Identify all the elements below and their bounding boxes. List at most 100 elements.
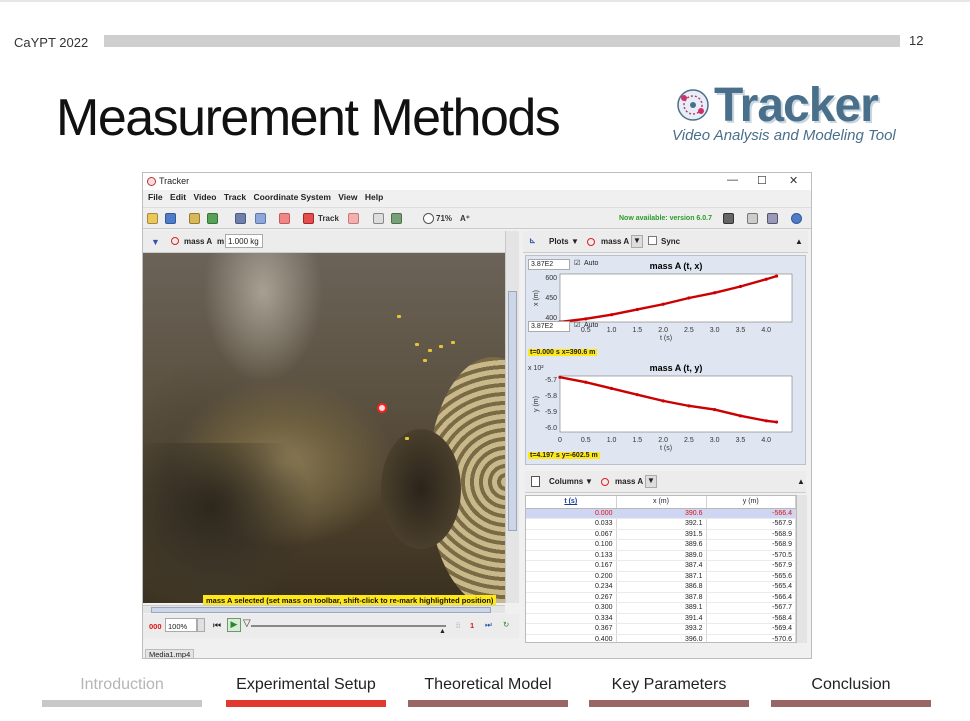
notes-icon[interactable] bbox=[747, 213, 758, 224]
auto-checkbox[interactable]: ☑ bbox=[574, 259, 580, 267]
cell-t[interactable]: 0.400 bbox=[526, 634, 617, 642]
plots-dropdown[interactable]: Plots bbox=[549, 237, 569, 246]
auto-checkbox[interactable]: ☑ bbox=[574, 321, 580, 329]
minimize-button[interactable]: — bbox=[727, 174, 738, 186]
cell-t[interactable]: 0.067 bbox=[526, 529, 617, 540]
scroll-thumb[interactable] bbox=[508, 291, 517, 531]
cell-t[interactable]: 0.334 bbox=[526, 613, 617, 624]
dropdown-triangle-icon[interactable]: ▼ bbox=[151, 237, 160, 247]
table-row[interactable]: 0.200 387.1 -565.6 bbox=[526, 571, 796, 582]
scroll-thumb[interactable] bbox=[151, 607, 491, 613]
zoom-field[interactable]: 100% bbox=[165, 618, 197, 632]
calibration-icon[interactable] bbox=[255, 213, 266, 224]
nav-item-introduction[interactable]: Introduction bbox=[42, 676, 202, 694]
scale-max-field[interactable]: 3.87E2 bbox=[528, 259, 570, 270]
slider-start-handle[interactable]: ▽ bbox=[243, 618, 251, 629]
cell-x[interactable]: 387.1 bbox=[616, 571, 707, 582]
cell-x[interactable]: 391.5 bbox=[616, 529, 707, 540]
cell-x[interactable]: 391.4 bbox=[616, 613, 707, 624]
cell-y[interactable]: -570.5 bbox=[706, 550, 796, 561]
table-row[interactable]: 0.334 391.4 -568.4 bbox=[526, 613, 796, 624]
table-track-name[interactable]: mass A bbox=[615, 477, 643, 486]
cell-x[interactable]: 389.6 bbox=[616, 539, 707, 551]
panel-collapse-icon[interactable]: ▲ bbox=[795, 237, 803, 246]
export-icon[interactable] bbox=[207, 213, 218, 224]
cell-y[interactable]: -565.6 bbox=[706, 571, 796, 582]
create-track-icon[interactable] bbox=[303, 213, 314, 224]
plot-track-dropdown-icon[interactable]: ▼ bbox=[631, 235, 643, 248]
plot-track-name[interactable]: mass A bbox=[601, 237, 629, 246]
cell-t[interactable]: 0.100 bbox=[526, 539, 617, 551]
frame-slider[interactable] bbox=[251, 625, 446, 627]
cell-x[interactable]: 393.2 bbox=[616, 623, 707, 635]
table-row[interactable]: 0.000 390.6 -566.4 bbox=[526, 508, 796, 519]
cell-x[interactable]: 386.8 bbox=[616, 581, 707, 593]
play-button[interactable]: ▶ bbox=[227, 618, 241, 632]
table-row[interactable]: 0.234 386.8 -565.4 bbox=[526, 581, 796, 593]
video-vertical-scrollbar[interactable] bbox=[505, 231, 519, 603]
close-button[interactable]: ✕ bbox=[789, 174, 798, 187]
nav-item-key-parameters[interactable]: Key Parameters bbox=[589, 676, 749, 694]
table-row[interactable]: 0.367 393.2 -569.4 bbox=[526, 623, 796, 635]
step-forward-icon[interactable]: ⏭ bbox=[485, 620, 492, 630]
table-scrollbar[interactable] bbox=[797, 495, 807, 643]
sync-checkbox[interactable] bbox=[648, 236, 657, 245]
frame-number[interactable]: 000 bbox=[149, 622, 162, 631]
cell-y[interactable]: -569.4 bbox=[706, 623, 796, 635]
cell-t[interactable]: 0.000 bbox=[526, 508, 617, 519]
eye-icon[interactable] bbox=[373, 213, 384, 224]
column-header-t[interactable]: t (s) bbox=[526, 496, 617, 509]
import-icon[interactable] bbox=[189, 213, 200, 224]
table-row[interactable]: 0.300 389.1 -567.7 bbox=[526, 602, 796, 614]
refresh-icon[interactable] bbox=[791, 213, 802, 224]
maximize-button[interactable]: ☐ bbox=[757, 174, 767, 187]
new-version-notice[interactable]: Now available: version 6.0.7 bbox=[619, 215, 712, 222]
cell-x[interactable]: 392.1 bbox=[616, 518, 707, 530]
table-row[interactable]: 0.033 392.1 -567.9 bbox=[526, 518, 796, 530]
scale-min-field[interactable]: 3.87E2 bbox=[528, 321, 570, 332]
column-header-y[interactable]: y (m) bbox=[706, 496, 796, 509]
cell-y[interactable]: -567.7 bbox=[706, 602, 796, 614]
save-icon[interactable] bbox=[165, 213, 176, 224]
plots-dropdown-arrow-icon[interactable]: ▼ bbox=[571, 237, 579, 246]
cell-x[interactable]: 387.8 bbox=[616, 592, 707, 603]
menu-edit[interactable]: Edit bbox=[170, 192, 186, 202]
nav-item-experimental-setup[interactable]: Experimental Setup bbox=[226, 676, 386, 694]
cell-t[interactable]: 0.033 bbox=[526, 518, 617, 530]
table-row[interactable]: 0.267 387.8 -566.4 bbox=[526, 592, 796, 603]
menu-video[interactable]: Video bbox=[193, 192, 216, 202]
axes-icon[interactable] bbox=[279, 213, 290, 224]
cell-y[interactable]: -565.4 bbox=[706, 581, 796, 593]
cell-y[interactable]: -568.9 bbox=[706, 539, 796, 551]
cell-y[interactable]: -568.9 bbox=[706, 529, 796, 540]
mass-field[interactable]: 1.000 kg bbox=[225, 234, 263, 248]
cell-y[interactable]: -568.4 bbox=[706, 613, 796, 624]
mass-position-marker[interactable] bbox=[377, 403, 387, 413]
menu-track[interactable]: Track bbox=[224, 192, 246, 202]
panel-collapse-icon[interactable]: ▲ bbox=[797, 477, 805, 486]
video-frame[interactable] bbox=[143, 253, 505, 603]
zoom-level[interactable]: 71% bbox=[436, 214, 452, 223]
data-builder-icon[interactable] bbox=[767, 213, 778, 224]
cell-y[interactable]: -570.6 bbox=[706, 634, 796, 642]
cell-y[interactable]: -566.4 bbox=[706, 592, 796, 603]
cell-y[interactable]: -566.4 bbox=[706, 508, 796, 519]
step-back-icon[interactable]: ⏮ bbox=[213, 620, 221, 631]
columns-dropdown-arrow-icon[interactable]: ▼ bbox=[585, 477, 593, 486]
cell-t[interactable]: 0.300 bbox=[526, 602, 617, 614]
trail-icon[interactable] bbox=[348, 213, 359, 224]
step-size-value[interactable]: 1 bbox=[470, 621, 474, 630]
cell-y[interactable]: -567.9 bbox=[706, 518, 796, 530]
cell-x[interactable]: 389.1 bbox=[616, 602, 707, 614]
media-tab[interactable]: Media1.mp4 bbox=[145, 649, 195, 658]
nav-item-theoretical-model[interactable]: Theoretical Model bbox=[408, 676, 568, 694]
pencil-icon[interactable] bbox=[723, 213, 734, 224]
zoom-spinner[interactable] bbox=[197, 618, 205, 632]
open-folder-icon[interactable] bbox=[147, 213, 158, 224]
table-row[interactable]: 0.400 396.0 -570.6 bbox=[526, 634, 796, 642]
cell-t[interactable]: 0.133 bbox=[526, 550, 617, 561]
track-name[interactable]: mass A bbox=[184, 237, 212, 246]
columns-dropdown[interactable]: Columns bbox=[549, 477, 583, 486]
nav-item-conclusion[interactable]: Conclusion bbox=[771, 676, 931, 694]
menu-coordinate-system[interactable]: Coordinate System bbox=[253, 192, 330, 202]
